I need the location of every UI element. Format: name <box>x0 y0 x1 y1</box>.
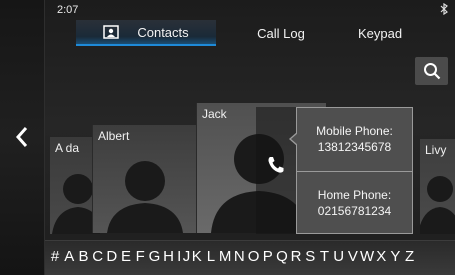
contact-name: Livy <box>425 143 447 157</box>
alphabet-letter[interactable]: R <box>289 248 303 265</box>
alphabet-letter[interactable]: V <box>346 248 360 265</box>
alphabet-letter[interactable]: S <box>303 248 317 265</box>
alphabet-letter[interactable]: T <box>317 248 331 265</box>
call-button[interactable] <box>256 107 296 234</box>
alphabet-index-bar: # A B C D E F G H I J K L M N O P Q R S T U V W X Y Z <box>45 240 455 275</box>
tab-keypad[interactable]: Keypad <box>338 20 422 46</box>
alphabet-letter[interactable]: D <box>105 248 119 265</box>
home-phone-number: 02156781234 <box>317 203 392 218</box>
contact-name: Albert <box>98 129 130 143</box>
tab-bar: Contacts Call Log Keypad <box>76 20 455 46</box>
alphabet-letter[interactable]: H <box>162 248 176 265</box>
bluetooth-icon <box>440 3 448 15</box>
contacts-icon <box>103 25 120 39</box>
alphabet-letter[interactable]: # <box>48 248 62 265</box>
alphabet-letter[interactable]: E <box>119 248 133 265</box>
alphabet-letter[interactable]: Y <box>388 248 402 265</box>
alphabet-letter[interactable]: O <box>246 248 260 265</box>
tab-keypad-label: Keypad <box>357 25 403 41</box>
status-bar: 2:07 <box>45 0 455 18</box>
alphabet-letter[interactable]: M <box>218 248 232 265</box>
search-icon <box>423 63 440 80</box>
alphabet-letter[interactable]: L <box>204 248 218 265</box>
home-phone-label: Home Phone: <box>317 187 392 202</box>
mobile-phone-number: 13812345678 <box>317 140 392 154</box>
tab-call-log[interactable]: Call Log <box>236 20 326 46</box>
alphabet-letter[interactable]: Q <box>275 248 289 265</box>
phone-icon <box>268 157 284 173</box>
chevron-left-icon <box>15 127 28 147</box>
alphabet-index: # A B C D E F G H I J K L M N O P Q R S T U V W X Y Z <box>48 248 417 265</box>
back-button[interactable] <box>8 122 36 152</box>
home-phone-entry[interactable]: Home Phone: 02156781234 <box>297 171 412 233</box>
alphabet-letter[interactable]: X <box>374 248 388 265</box>
tab-call-log-label: Call Log <box>257 25 305 41</box>
clock: 2:07 <box>57 4 79 16</box>
alphabet-letter[interactable]: Z <box>403 248 417 265</box>
phone-number-list: Mobile Phone: 13812345678 Home Phone: 02… <box>289 107 413 234</box>
alphabet-letter[interactable]: K <box>190 248 204 265</box>
alphabet-letter[interactable]: F <box>133 248 147 265</box>
contact-name: Jack <box>202 107 227 121</box>
contact-name: A da <box>55 141 80 155</box>
alphabet-letter[interactable]: P <box>261 248 275 265</box>
contact-avatar-icon <box>420 176 455 234</box>
tab-contacts-label: Contacts <box>137 24 189 40</box>
alphabet-letter[interactable]: I <box>176 248 183 265</box>
alphabet-letter[interactable]: W <box>360 248 374 265</box>
contact-avatar-icon <box>107 161 183 233</box>
tab-contacts[interactable]: Contacts <box>76 20 216 46</box>
contact-card-livy[interactable]: Livy <box>420 139 455 234</box>
alphabet-letter[interactable]: A <box>62 248 76 265</box>
alphabet-letter[interactable]: J <box>183 248 191 265</box>
alphabet-letter[interactable]: G <box>147 248 161 265</box>
phone-contacts-screen: 2:07 Contacts Call Log Keypad A da Livy … <box>0 0 455 275</box>
search-button[interactable] <box>415 57 448 85</box>
phone-popup: Mobile Phone: 13812345678 Home Phone: 02… <box>256 107 416 234</box>
left-nav-strip <box>0 0 45 275</box>
alphabet-letter[interactable]: U <box>332 248 346 265</box>
alphabet-letter[interactable]: N <box>232 248 246 265</box>
contact-card-albert[interactable]: Albert <box>92 125 196 233</box>
mobile-phone-label: Mobile Phone: <box>316 124 393 138</box>
alphabet-letter[interactable]: C <box>91 248 105 265</box>
mobile-phone-entry[interactable]: Mobile Phone: 13812345678 <box>297 108 412 170</box>
alphabet-letter[interactable]: B <box>76 248 90 265</box>
